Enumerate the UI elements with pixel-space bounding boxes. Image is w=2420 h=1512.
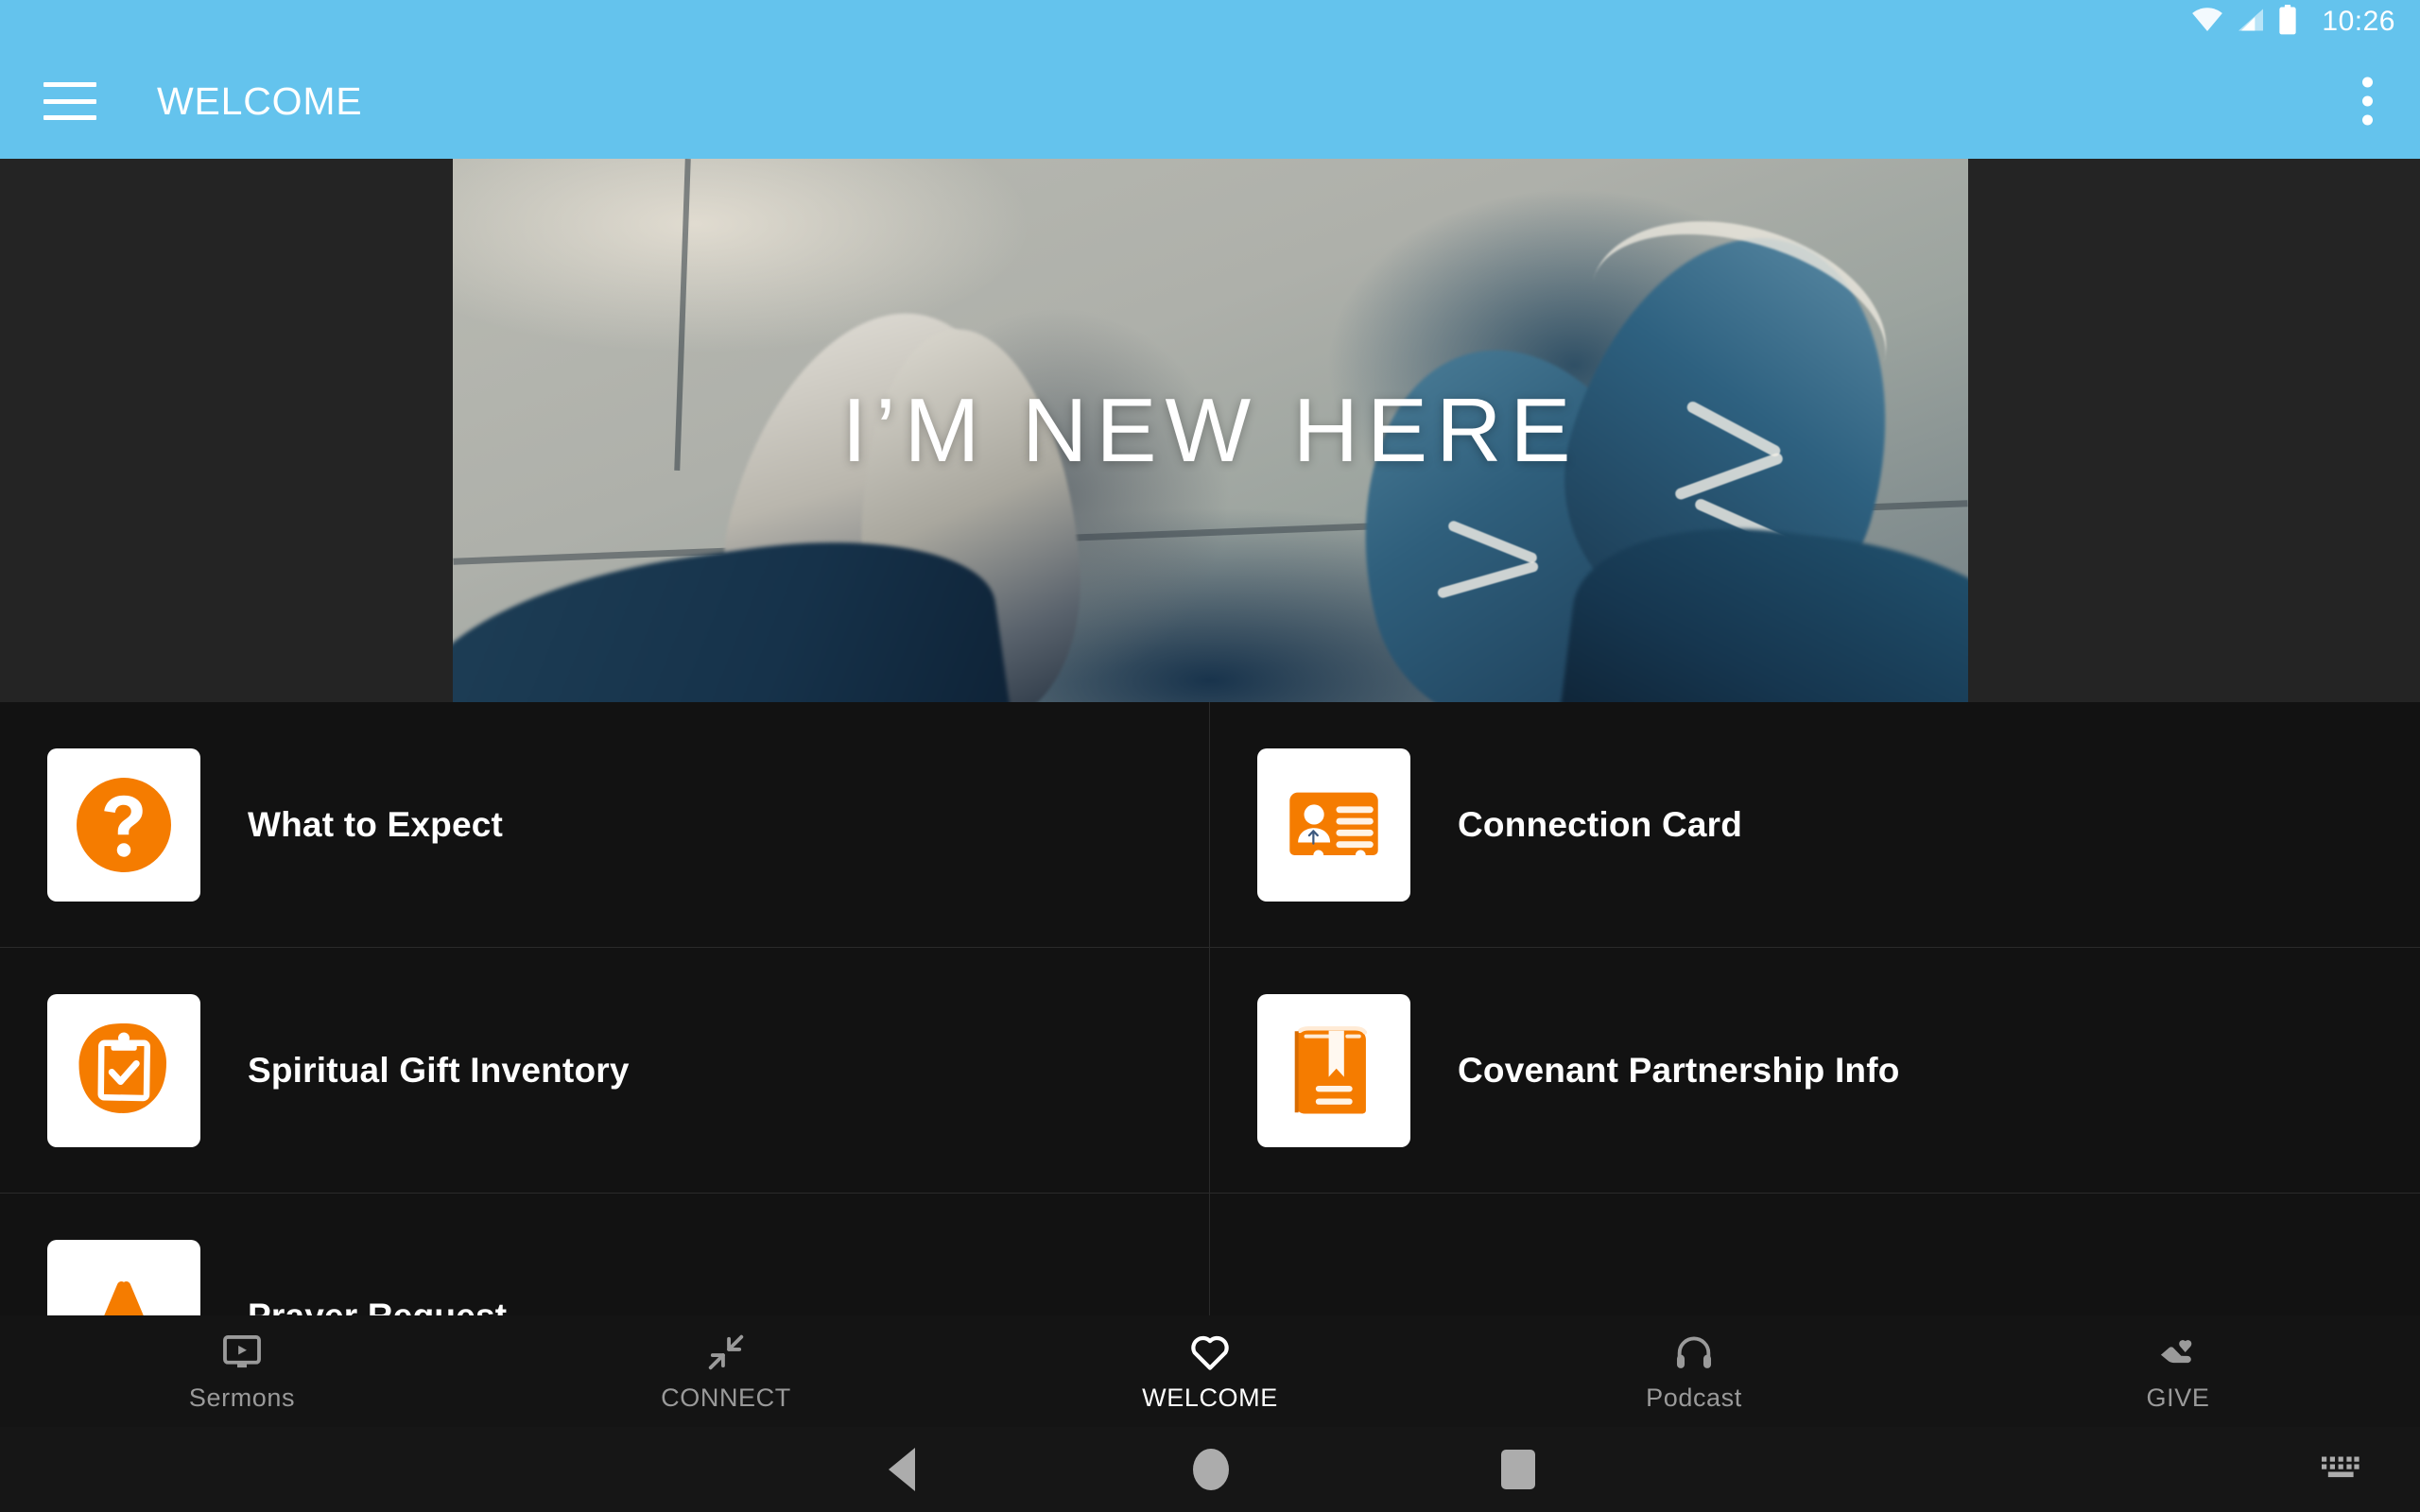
list-item-spiritual-gift-inventory[interactable]: Spiritual Gift Inventory — [0, 948, 1210, 1194]
hero-caption-text: I’M NEW HERE — [841, 379, 1580, 481]
praying-hands-icon — [103, 1280, 145, 1316]
feature-grid: What to Expect Connection Card Spiritual… — [0, 702, 2420, 1316]
list-item-connection-card[interactable]: Connection Card — [1210, 702, 2420, 948]
tab-podcast[interactable]: Podcast — [1452, 1315, 1936, 1427]
tab-label: CONNECT — [661, 1383, 791, 1412]
home-circle-icon[interactable] — [1193, 1449, 1229, 1490]
tab-label: Sermons — [188, 1383, 296, 1412]
battery-icon — [2278, 4, 2297, 40]
status-bar: 10:26 — [0, 0, 2420, 43]
wifi-icon — [2191, 7, 2223, 37]
list-item-label: Connection Card — [1458, 804, 1743, 844]
video-monitor-icon — [220, 1330, 264, 1375]
bottom-tab-bar: Sermons CONNECT WELCOME Podcast GIVE — [0, 1315, 2420, 1427]
hero-image: I’M NEW HERE — [453, 159, 1968, 702]
system-navigation-bar — [0, 1427, 2420, 1512]
overflow-menu-icon[interactable] — [2349, 68, 2386, 135]
clipboard-check-icon — [78, 1022, 166, 1113]
list-item-label: Spiritual Gift Inventory — [248, 1050, 630, 1090]
question-mark-icon — [77, 777, 171, 872]
list-item-label: Prayer Request — [248, 1296, 508, 1317]
list-item-covenant-partnership-info[interactable]: Covenant Partnership Info — [1210, 948, 2420, 1194]
tab-connect[interactable]: CONNECT — [484, 1315, 968, 1427]
compress-arrows-icon — [704, 1330, 748, 1375]
hero-banner[interactable]: I’M NEW HERE — [0, 159, 2420, 702]
status-bar-clock: 10:26 — [2322, 6, 2395, 37]
tile-connection-card — [1257, 747, 1410, 902]
giving-hand-icon — [2156, 1330, 2200, 1375]
list-item-empty — [1210, 1194, 2420, 1316]
list-item-prayer-request[interactable]: Prayer Request — [0, 1194, 1210, 1316]
tile-covenant-partnership-info — [1257, 993, 1410, 1147]
tile-spiritual-gift-inventory — [47, 993, 200, 1147]
heart-icon — [1187, 1330, 1233, 1375]
tab-give[interactable]: GIVE — [1936, 1315, 2420, 1427]
back-triangle-icon[interactable] — [889, 1448, 915, 1491]
book-bookmark-icon — [1294, 1025, 1368, 1113]
hero-caption: I’M NEW HERE — [453, 159, 1968, 702]
list-item-what-to-expect[interactable]: What to Expect — [0, 702, 1210, 948]
headphones-icon — [1672, 1330, 1716, 1375]
id-card-icon — [1289, 792, 1378, 855]
recents-square-icon[interactable] — [1501, 1450, 1535, 1489]
cellular-signal-icon — [2237, 8, 2265, 37]
page-title: WELCOME — [157, 78, 363, 123]
tab-welcome[interactable]: WELCOME — [968, 1315, 1452, 1427]
list-item-label: Covenant Partnership Info — [1458, 1050, 1900, 1090]
tile-what-to-expect — [47, 747, 200, 902]
keyboard-icon[interactable] — [2320, 1453, 2361, 1486]
list-item-label: What to Expect — [248, 804, 504, 844]
tab-label: Podcast — [1646, 1383, 1742, 1412]
tab-label: WELCOME — [1142, 1383, 1278, 1412]
app-root: 10:26 WELCOME I’M NEW HERE What to Expec… — [0, 0, 2420, 1512]
status-bar-icons: 10:26 — [2191, 4, 2395, 40]
hamburger-menu-icon[interactable] — [43, 82, 96, 120]
tile-prayer-request — [47, 1239, 200, 1316]
app-bar: WELCOME — [0, 43, 2420, 159]
tab-sermons[interactable]: Sermons — [0, 1315, 484, 1427]
tab-label: GIVE — [2146, 1383, 2210, 1412]
